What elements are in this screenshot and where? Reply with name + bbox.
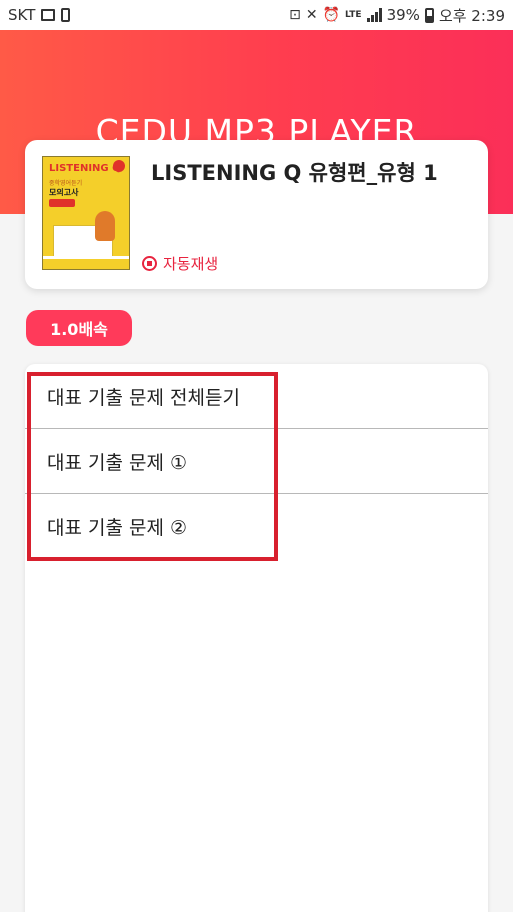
autoplay-toggle[interactable]: 자동재생 — [142, 252, 218, 274]
track-item[interactable]: 대표 기출 문제 ① — [25, 429, 488, 494]
mute-icon: ✕ — [305, 7, 318, 23]
carrier-label: SKT — [8, 6, 36, 24]
cover-heading: LISTENING Q — [49, 163, 121, 174]
cover-logo-icon — [113, 160, 125, 172]
playback-speed-button[interactable]: 1.0배속 — [26, 310, 132, 346]
album-title: LISTENING Q 유형편_유형 1 — [151, 161, 438, 185]
track-list: 대표 기출 문제 전체듣기 대표 기출 문제 ① 대표 기출 문제 ② — [25, 364, 488, 912]
gallery-notification-icon — [41, 9, 56, 21]
cover-subtitle: 중학영어듣기 — [49, 180, 83, 187]
clock: 오후 2:39 — [438, 6, 505, 25]
device-notification-icon — [61, 8, 71, 22]
battery-percent: 39% — [386, 6, 420, 24]
book-cover-image: LISTENING Q 중학영어듣기 모의고사 — [42, 156, 130, 270]
record-icon — [142, 255, 157, 271]
lock-screen-icon: ⊡ — [289, 7, 301, 23]
track-item[interactable]: 대표 기출 문제 ② — [25, 494, 488, 559]
cover-badge — [49, 199, 75, 207]
battery-icon — [424, 7, 434, 23]
signal-icon — [366, 8, 382, 22]
autoplay-label: 자동재생 — [163, 254, 219, 273]
track-item[interactable]: 대표 기출 문제 전체듣기 — [25, 364, 488, 429]
cover-illustration-figure — [95, 211, 115, 241]
cover-stripe — [43, 256, 129, 259]
album-card: LISTENING Q 중학영어듣기 모의고사 LISTENING Q 유형편_… — [25, 140, 488, 289]
alarm-icon: ⏰ — [322, 7, 341, 23]
status-bar: SKT ⊡ ✕ ⏰ LTE 39% 오후 2:39 — [0, 0, 513, 30]
lte-indicator: LTE — [345, 9, 362, 20]
cover-main-title: 모의고사 — [49, 188, 79, 197]
